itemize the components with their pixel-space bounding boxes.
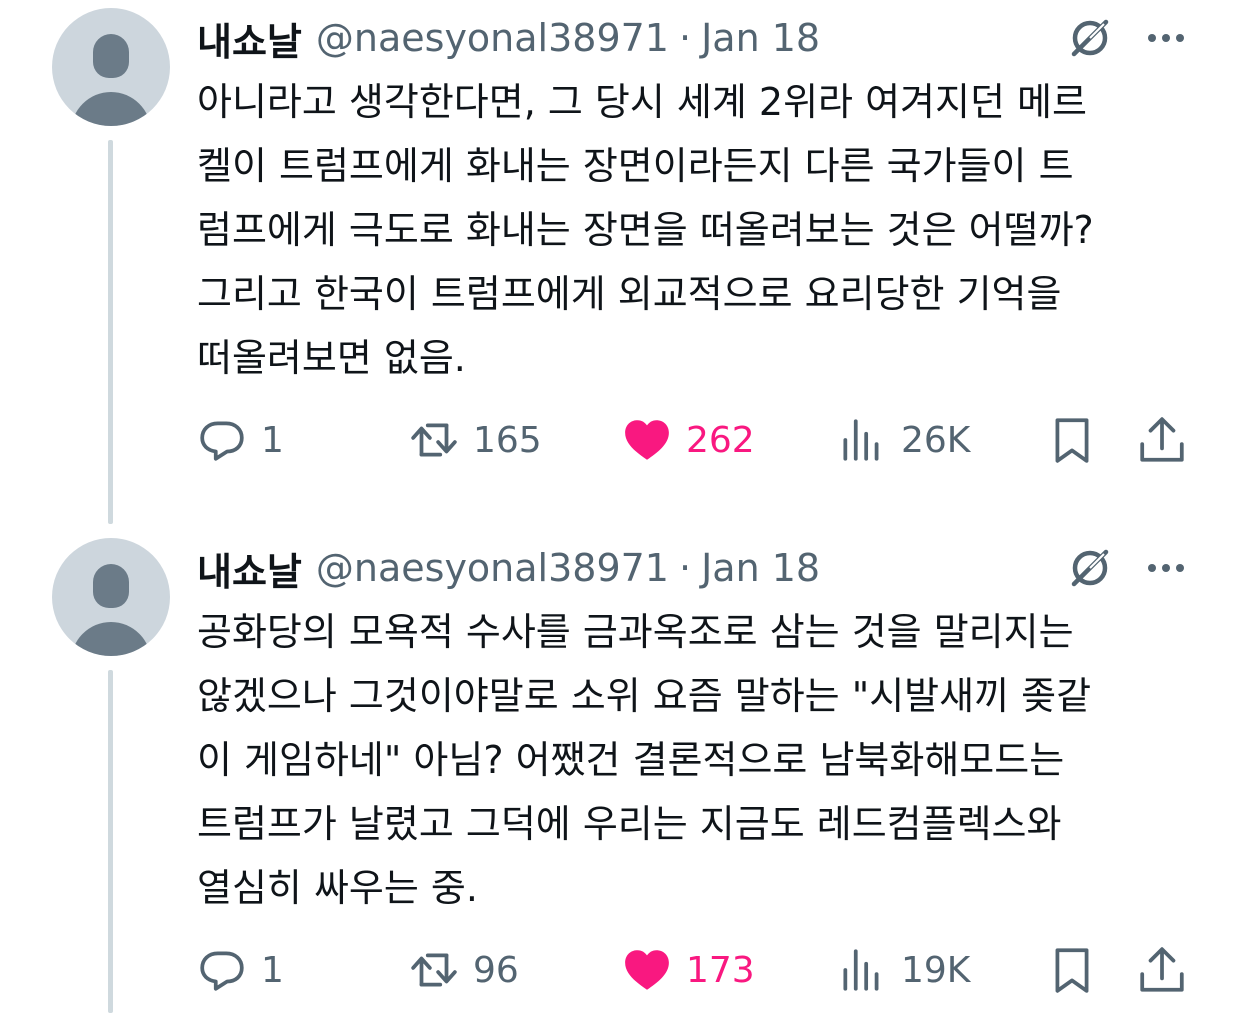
tweet-text-line: 트럼프가 날렸고 그덕에 우리는 지금도 레드컴플렉스와 [197, 802, 1062, 846]
action-bar: 1 165 262 26K [197, 410, 1187, 470]
view-count: 26K [901, 419, 971, 461]
repost-button[interactable]: 96 [409, 940, 519, 1000]
thread-line [108, 140, 113, 524]
avatar[interactable] [52, 538, 170, 656]
avatar-head [93, 564, 129, 608]
tweet-text-line: 공화당의 모욕적 수사를 금과옥조로 삼는 것을 말리지는 [197, 610, 1074, 654]
avatar[interactable] [52, 8, 170, 126]
tweet-header: 내쇼날 @naesyonal38971 · Jan 18 [197, 544, 820, 594]
reply-icon [200, 421, 244, 461]
tweet-text-line: 아니라고 생각한다면, 그 당시 세계 2위라 여겨지던 메르 [197, 80, 1087, 124]
views-icon [843, 949, 879, 991]
tweet-text: 공화당의 모욕적 수사를 금과옥조로 삼는 것을 말리지는 않겠으나 그것이야말… [197, 600, 1197, 920]
reply-icon [200, 951, 244, 991]
views-button[interactable]: 19K [837, 940, 970, 1000]
share-icon [1140, 947, 1184, 992]
more-icon[interactable] [1142, 14, 1190, 62]
repost-icon [411, 953, 457, 987]
like-count: 173 [686, 949, 755, 991]
bookmark-icon [1055, 948, 1089, 993]
bookmark-button[interactable] [1047, 940, 1097, 1000]
views-icon [843, 419, 879, 461]
author-handle[interactable]: @naesyonal38971 [316, 546, 669, 590]
avatar-shoulders [71, 622, 151, 656]
post-date[interactable]: Jan 18 [701, 16, 820, 60]
avatar-shoulders [71, 92, 151, 126]
tweet-text-line: 떠올려보면 없음. [197, 336, 466, 380]
heart-filled-icon [625, 950, 669, 990]
author-name[interactable]: 내쇼날 [197, 11, 302, 66]
separator-dot: · [679, 546, 692, 590]
bookmark-button[interactable] [1047, 410, 1097, 470]
author-handle[interactable]: @naesyonal38971 [316, 16, 669, 60]
reply-button[interactable]: 1 [197, 940, 284, 1000]
header-actions [1066, 544, 1190, 592]
tweet-text-line: 럼프에게 극도로 화내는 장면을 떠올려보는 것은 어떨까? [197, 208, 1094, 252]
view-count: 19K [901, 949, 971, 991]
tweet-text-line: 않겠으나 그것이야말로 소위 요즘 말하는 "시발새끼 좆같 [197, 674, 1092, 718]
repost-count: 165 [473, 419, 542, 461]
share-button[interactable] [1137, 410, 1187, 470]
separator-dot: · [679, 16, 692, 60]
tweet-text-line: 그리고 한국이 트럼프에게 외교적으로 요리당한 기억을 [197, 272, 1062, 316]
repost-button[interactable]: 165 [409, 410, 542, 470]
reply-button[interactable]: 1 [197, 410, 284, 470]
more-icon[interactable] [1142, 544, 1190, 592]
thread-line [108, 670, 113, 1013]
post-date[interactable]: Jan 18 [701, 546, 820, 590]
tweet-text-line: 이 게임하네" 아님? 어쨌건 결론적으로 남북화해모드는 [197, 738, 1065, 782]
reply-count: 1 [261, 949, 284, 991]
tweet-text-line: 켈이 트럼프에게 화내는 장면이라든지 다른 국가들이 트 [197, 144, 1074, 188]
tweet[interactable]: 내쇼날 @naesyonal38971 · Jan 18 공화당의 모욕적 수사… [0, 530, 1242, 1013]
like-button[interactable]: 262 [622, 410, 755, 470]
author-name[interactable]: 내쇼날 [197, 541, 302, 596]
share-button[interactable] [1137, 940, 1187, 1000]
header-actions [1066, 14, 1190, 62]
like-count: 262 [686, 419, 755, 461]
like-button[interactable]: 173 [622, 940, 755, 1000]
heart-filled-icon [625, 420, 669, 460]
avatar-head [93, 34, 129, 78]
tweet-header: 내쇼날 @naesyonal38971 · Jan 18 [197, 14, 820, 64]
reply-count: 1 [261, 419, 284, 461]
grok-icon[interactable] [1066, 544, 1114, 592]
share-icon [1140, 417, 1184, 462]
grok-icon[interactable] [1066, 14, 1114, 62]
bookmark-icon [1055, 418, 1089, 463]
action-bar: 1 96 173 19K [197, 940, 1187, 1000]
tweet-text: 아니라고 생각한다면, 그 당시 세계 2위라 여겨지던 메르 켈이 트럼프에게… [197, 70, 1197, 390]
tweet-text-line: 열심히 싸우는 중. [197, 866, 478, 910]
repost-count: 96 [473, 949, 519, 991]
views-button[interactable]: 26K [837, 410, 970, 470]
repost-icon [411, 423, 457, 457]
tweet[interactable]: 내쇼날 @naesyonal38971 · Jan 18 아니라고 생각한다면,… [0, 0, 1242, 530]
